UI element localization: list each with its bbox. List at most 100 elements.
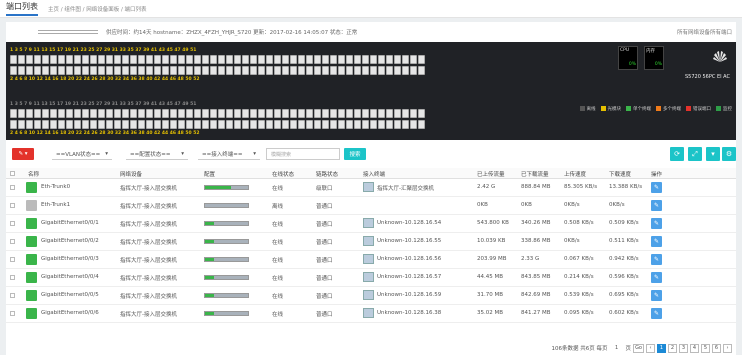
column-header[interactable]: 下载速度 [609, 170, 631, 178]
port-icon[interactable] [130, 120, 137, 129]
port-icon[interactable] [274, 109, 281, 118]
port-icon[interactable] [210, 109, 217, 118]
row-checkbox[interactable] [10, 275, 15, 280]
port-icon[interactable] [10, 55, 17, 64]
column-header[interactable]: 名称 [28, 170, 39, 178]
page-button[interactable]: 6 [712, 343, 721, 353]
vlan-status-select[interactable]: ==VLAN状态== ▾ [52, 148, 112, 160]
port-icon[interactable] [290, 109, 297, 118]
port-icon[interactable] [402, 109, 409, 118]
port-icon[interactable] [306, 109, 313, 118]
table-row[interactable]: Eth-Trunk1 指挥大厅-接入层交换机 离线 普通口 0KB 0KB 0KB/s 0KB… [6, 197, 736, 215]
port-icon[interactable] [74, 109, 81, 118]
port-icon[interactable] [42, 55, 49, 64]
port-icon[interactable] [346, 109, 353, 118]
column-header[interactable]: 已上传流量 [477, 170, 505, 178]
port-icon[interactable] [218, 109, 225, 118]
edit-icon[interactable]: ✎ [651, 272, 662, 283]
port-icon[interactable] [234, 55, 241, 64]
port-icon[interactable] [298, 109, 305, 118]
port-icon[interactable] [346, 120, 353, 129]
port-icon[interactable] [186, 66, 193, 75]
edit-icon[interactable]: ✎ [651, 308, 662, 319]
port-icon[interactable] [50, 55, 57, 64]
page-button[interactable]: 2 [668, 343, 677, 353]
port-icon[interactable] [258, 109, 265, 118]
port-icon[interactable] [90, 55, 97, 64]
port-icon[interactable] [58, 55, 65, 64]
port-icon[interactable] [98, 55, 105, 64]
port-icon[interactable] [394, 109, 401, 118]
edit-icon[interactable]: ✎ [651, 254, 662, 265]
port-icon[interactable] [82, 120, 89, 129]
port-icon[interactable] [362, 55, 369, 64]
port-icon[interactable] [122, 55, 129, 64]
port-icon[interactable] [410, 120, 417, 129]
port-icon[interactable] [418, 66, 425, 75]
port-icon[interactable] [82, 66, 89, 75]
prev-page-icon[interactable]: ‹ [646, 343, 655, 353]
port-icon[interactable] [82, 55, 89, 64]
port-icon[interactable] [74, 120, 81, 129]
config-status-select[interactable]: ==配置状态== ▾ [126, 148, 188, 160]
port-icon[interactable] [10, 66, 17, 75]
table-row[interactable]: Eth-Trunk0 指挥大厅-接入层交换机 在线 级联口 指挥大厅-汇聚层交换机 2.4… [6, 179, 736, 197]
port-icon[interactable] [98, 120, 105, 129]
select-all-checkbox[interactable] [10, 171, 15, 176]
column-header[interactable]: 已下载流量 [521, 170, 549, 178]
port-icon[interactable] [298, 66, 305, 75]
port-icon[interactable] [226, 66, 233, 75]
port-icon[interactable] [66, 120, 73, 129]
port-icon[interactable] [330, 55, 337, 64]
port-icon[interactable] [282, 55, 289, 64]
port-icon[interactable] [202, 66, 209, 75]
port-icon[interactable] [362, 120, 369, 129]
port-icon[interactable] [322, 66, 329, 75]
port-icon[interactable] [106, 109, 113, 118]
page-button[interactable]: 1 [657, 343, 666, 353]
edit-icon[interactable]: ✎ [651, 236, 662, 247]
all-devices-link[interactable]: 所有网络设备所有端口 [677, 28, 732, 36]
row-checkbox[interactable] [10, 185, 15, 190]
port-icon[interactable] [138, 66, 145, 75]
port-icon[interactable] [162, 55, 169, 64]
port-icon[interactable] [162, 109, 169, 118]
port-icon[interactable] [266, 66, 273, 75]
table-row[interactable]: GigabitEthernet0/0/6 指挥大厅-接入层交换机 在线 普通口 Unkn… [6, 305, 736, 323]
search-input[interactable]: 模糊搜索 [266, 148, 340, 160]
port-icon[interactable] [58, 120, 65, 129]
port-icon[interactable] [10, 120, 17, 129]
table-row[interactable]: GigabitEthernet0/0/3 指挥大厅-接入层交换机 在线 普通口 Unkn… [6, 251, 736, 269]
port-icon[interactable] [114, 120, 121, 129]
port-icon[interactable] [290, 66, 297, 75]
port-icon[interactable] [274, 66, 281, 75]
port-icon[interactable] [178, 55, 185, 64]
port-icon[interactable] [306, 66, 313, 75]
column-header[interactable]: 网络设备 [120, 170, 142, 178]
port-icon[interactable] [282, 109, 289, 118]
port-icon[interactable] [74, 55, 81, 64]
port-icon[interactable] [418, 109, 425, 118]
port-icon[interactable] [226, 55, 233, 64]
port-icon[interactable] [330, 66, 337, 75]
settings-icon[interactable]: ⚙ [722, 147, 736, 161]
port-icon[interactable] [146, 66, 153, 75]
port-icon[interactable] [18, 55, 25, 64]
port-icon[interactable] [98, 66, 105, 75]
port-icon[interactable] [154, 109, 161, 118]
port-icon[interactable] [98, 109, 105, 118]
port-icon[interactable] [34, 109, 41, 118]
port-icon[interactable] [82, 109, 89, 118]
column-header[interactable]: 配置 [204, 170, 215, 178]
port-icon[interactable] [162, 66, 169, 75]
port-icon[interactable] [306, 120, 313, 129]
port-icon[interactable] [250, 120, 257, 129]
port-icon[interactable] [346, 55, 353, 64]
port-icon[interactable] [242, 55, 249, 64]
table-row[interactable]: GigabitEthernet0/0/2 指挥大厅-接入层交换机 在线 普通口 Unkn… [6, 233, 736, 251]
port-icon[interactable] [18, 66, 25, 75]
port-icon[interactable] [354, 66, 361, 75]
port-icon[interactable] [290, 55, 297, 64]
port-icon[interactable] [170, 120, 177, 129]
expand-icon[interactable]: ⤢ [688, 147, 702, 161]
